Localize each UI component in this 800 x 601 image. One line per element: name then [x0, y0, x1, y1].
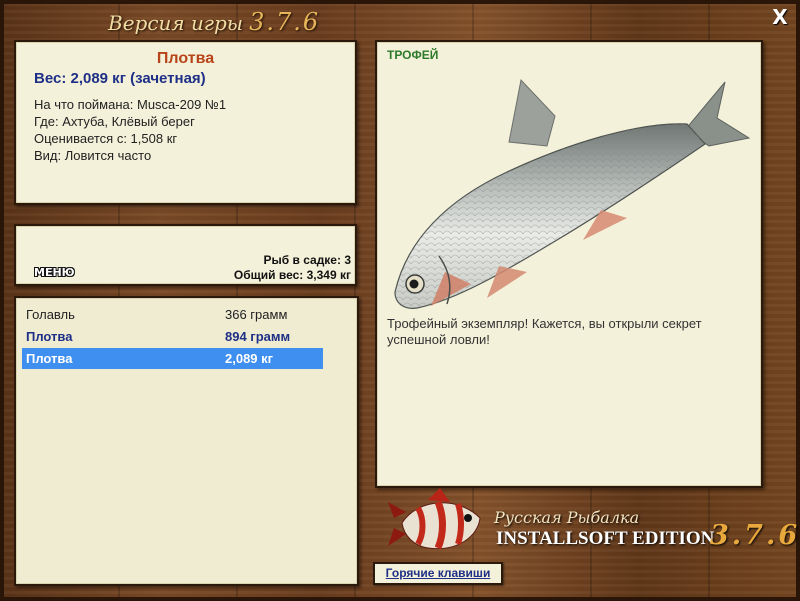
fish-caught-with: На что поймана: Musca-209 №1 — [34, 97, 227, 112]
catch-list-item[interactable]: Плотва 894 грамм — [22, 326, 323, 347]
catch-list-item[interactable]: Голавль 366 грамм — [22, 304, 323, 325]
hotkeys-button[interactable]: Горячие клавиши — [373, 562, 503, 585]
title-version: 3.7.6 — [249, 8, 321, 36]
cage-total-weight: Общий вес: 3,349 кг — [233, 268, 351, 282]
trophy-panel: ТРОФЕЙ Трофейный экземпляр! Кажется, вы … — [375, 40, 763, 488]
fish-weight: Вес: 2,089 кг (зачетная) — [34, 70, 206, 87]
cage-panel: МЕНЮ Рыб в садке: 3 Общий вес: 3,349 кг — [14, 224, 357, 286]
fish-location: Где: Ахтуба, Клёвый берег — [34, 114, 195, 129]
fish-value-from: Оценивается с: 1,508 кг — [34, 131, 178, 146]
catch-item-name: Плотва — [26, 329, 73, 344]
catch-item-name: Плотва — [26, 351, 73, 366]
brand-logo: Русская Рыбалка INSTALLSOFT EDITION 3.7.… — [388, 488, 800, 558]
brand-name: Русская Рыбалка — [494, 508, 640, 527]
close-button[interactable]: X — [770, 6, 790, 28]
cage-count: Рыб в садке: 3 — [263, 253, 351, 267]
fish-name: Плотва — [156, 50, 215, 67]
cage-summary: Рыб в садке: 3 Общий вес: 3,349 кг — [234, 253, 351, 283]
fish-info-panel: Плотва Вес: 2,089 кг (зачетная) На что п… — [14, 40, 357, 205]
catch-list-item-selected[interactable]: Плотва 2,089 кг — [22, 348, 323, 369]
trophy-description: Трофейный экземпляр! Кажется, вы открыли… — [387, 316, 702, 347]
fish-frequency: Вид: Ловится часто — [34, 148, 152, 163]
catch-list: Голавль 366 грамм Плотва 894 грамм Плотв… — [14, 296, 359, 586]
menu-button[interactable]: МЕНЮ — [34, 266, 75, 279]
catch-item-weight: 2,089 кг — [225, 351, 274, 366]
brand-edition: INSTALLSOFT EDITION — [496, 528, 715, 549]
catch-item-weight: 894 грамм — [225, 329, 291, 344]
catch-item-weight: 366 грамм — [225, 307, 288, 322]
brand-version: 3.7.6 — [710, 520, 800, 551]
roach-fish-icon — [394, 78, 751, 309]
window-title: Версия игры 3.7.6 — [108, 8, 320, 36]
red-striped-fish-icon — [388, 488, 481, 550]
title-prefix: Версия игры — [108, 11, 244, 35]
catch-item-name: Голавль — [26, 307, 75, 322]
